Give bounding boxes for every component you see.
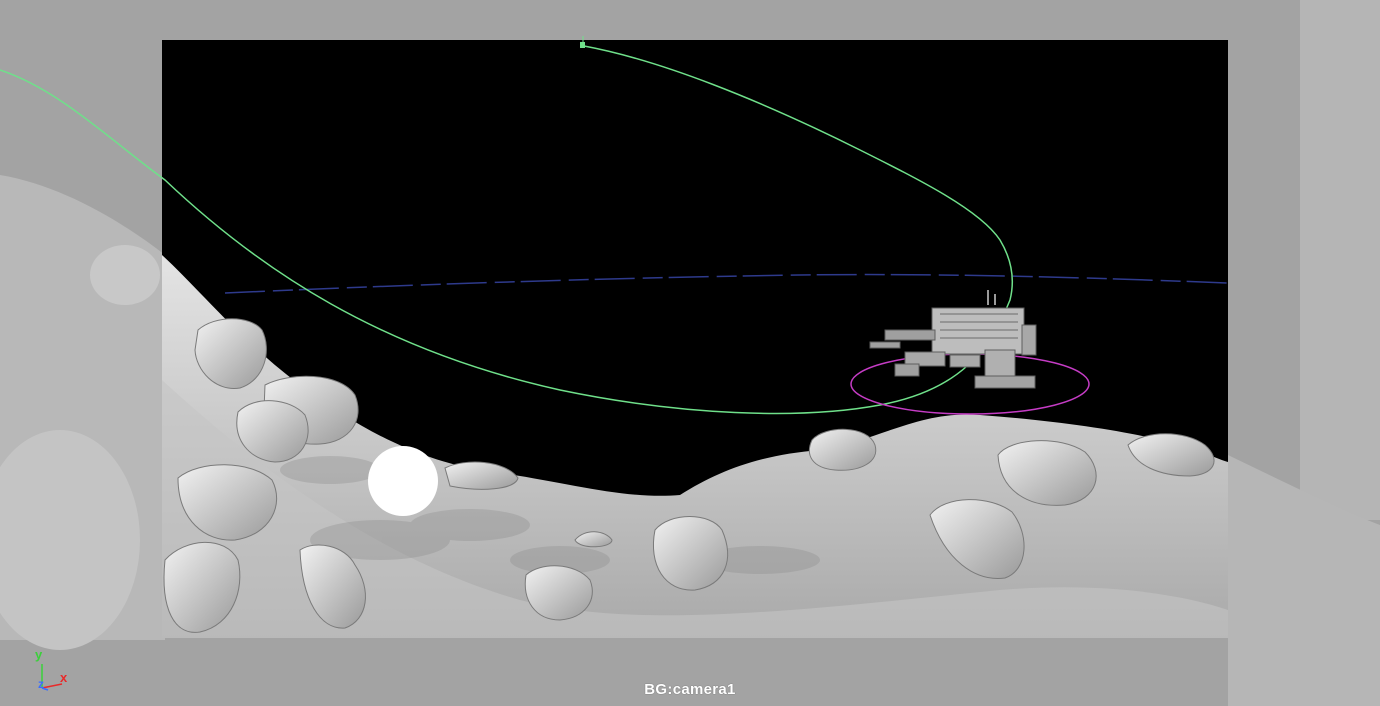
- camera-name-label: BG:camera1: [644, 681, 736, 698]
- sphere-icon[interactable]: [368, 446, 438, 516]
- 3d-viewport[interactable]: y x z BG:camera1: [0, 0, 1380, 706]
- viewport-scene[interactable]: [0, 0, 1380, 706]
- axis-y-label: y: [35, 647, 43, 662]
- background-wall-right: [1300, 0, 1380, 520]
- rock-outside-left-top: [90, 245, 160, 305]
